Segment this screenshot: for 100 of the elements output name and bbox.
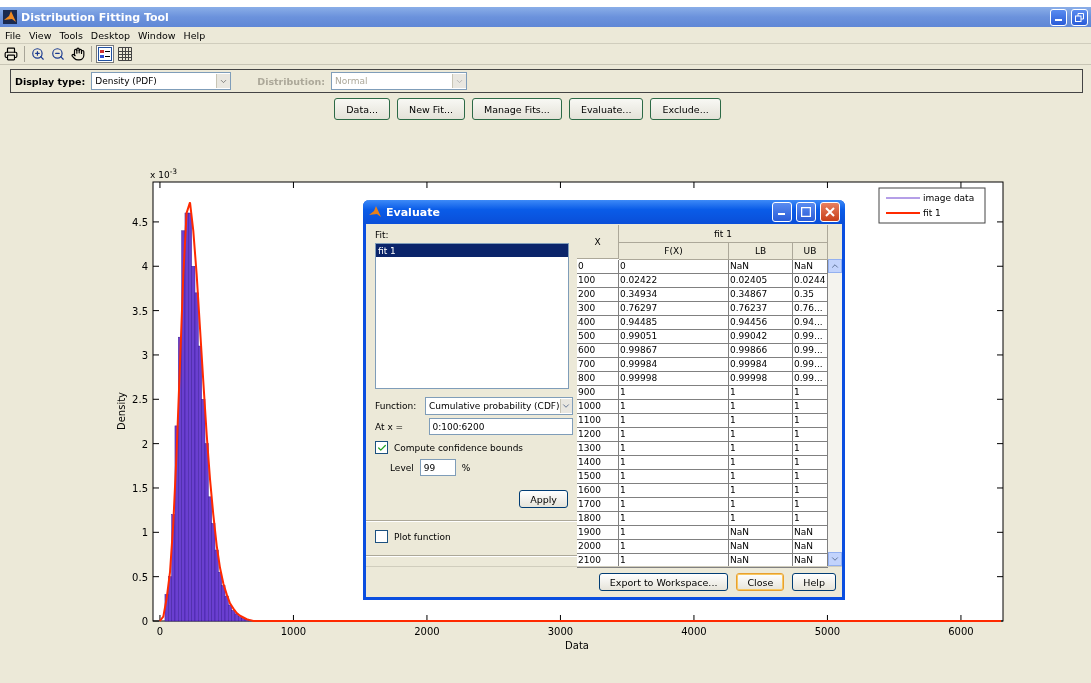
tick-label: 0 [141,616,148,627]
table-cell: 0.34934 [619,288,729,302]
table-cell: 0.99867 [619,344,729,358]
x-axis-label: Data [565,640,589,651]
table-cell: 100 [577,274,619,288]
table-cell: 1 [619,498,729,512]
column-header: LB [729,243,793,260]
table-cell: 1 [729,484,793,498]
table-cell: 1 [619,554,729,568]
table-cell: 1800 [577,512,619,526]
table-cell: 1 [729,414,793,428]
tick-label: 0 [156,626,164,637]
table-cell: 1000 [577,400,619,414]
tick-label: 1000 [280,626,307,637]
distribution-label: Distribution: [257,75,325,87]
level-label: Level [390,462,414,473]
at-x-label: At x = [375,421,405,432]
tick-label: 6000 [948,626,974,637]
confidence-label: Compute confidence bounds [394,442,524,453]
table-cell: 1 [619,456,729,470]
column-header: UB [793,243,828,260]
table-cell: 1500 [577,470,619,484]
table-cell: 400 [577,316,619,330]
table-cell: 600 [577,344,619,358]
table-cell: NaN [729,554,793,568]
table-cell: 0 [619,260,729,274]
function-label: Function: [375,401,418,411]
table-cell: NaN [729,540,793,554]
tick-label: 3000 [547,626,574,637]
table-cell: 0.99998 [619,372,729,386]
table-cell: 800 [577,372,619,386]
table-cell: 1 [619,526,729,540]
tick-label: 5000 [814,626,841,637]
table-cell: 0.02422 [619,274,729,288]
tick-label: 2000 [414,626,440,637]
table-cell: 1700 [577,498,619,512]
tick-label: 4000 [681,626,707,637]
tick-label: 2 [141,438,148,450]
axis-exponent: x 10$^{-3}$ [150,170,178,179]
table-cell: 1 [729,498,793,512]
table-cell: 0.94456 [729,316,793,330]
fit-label: Fit: [375,230,389,240]
tick-label: 3 [141,349,148,361]
legend-label: image data [923,193,975,203]
table-cell: 0.34867 [729,288,793,302]
table-cell: 1200 [577,428,619,442]
tick-label: 1.5 [132,482,148,494]
display-type-label: Display type: [15,75,86,87]
tick-label: 0.5 [132,571,148,583]
table-cell: 300 [577,302,619,316]
tick-label: 3.5 [132,305,148,317]
table-cell: 1 [729,428,793,442]
table-cell: 1900 [577,526,619,540]
table-cell: 0.99866 [729,344,793,358]
y-axis-label: Density [116,392,127,430]
table-cell: 1 [619,400,729,414]
table-cell: 0.94485 [619,316,729,330]
plot-function-label: Plot function [394,531,451,542]
table-cell: 1 [619,414,729,428]
table-cell: 1400 [577,456,619,470]
table-cell: 200 [577,288,619,302]
table-cell: 1 [619,386,729,400]
table-cell: 0.02405 [729,274,793,288]
table-cell: 1 [619,512,729,526]
table-cell: 0 [577,260,619,274]
table-cell: 1100 [577,414,619,428]
window-title: Distribution Fitting Tool [21,10,170,24]
tick-label: 4 [141,261,148,273]
column-group-header: fit 1 [619,225,828,243]
table-cell: NaN [729,260,793,274]
tick-label: 4.5 [132,216,148,228]
table-cell: 2100 [577,554,619,568]
table-cell: 0.99984 [619,358,729,372]
table-cell: 1 [729,386,793,400]
table-cell: 1300 [577,442,619,456]
table-cell: NaN [729,526,793,540]
legend-label: fit 1 [923,208,941,218]
distribution-dropdown: Normal [331,72,467,90]
table-cell: 1 [729,456,793,470]
column-header: F(X) [619,243,729,260]
table-cell: 900 [577,386,619,400]
table-cell: 1 [619,442,729,456]
table-cell: 2000 [577,540,619,554]
table-cell: 1600 [577,484,619,498]
table-cell: 700 [577,358,619,372]
table-cell: 0.99984 [729,358,793,372]
tick-label: 1 [141,527,148,539]
percent-label: % [461,462,471,473]
table-cell: 1 [619,540,729,554]
dialog-title: Evaluate [386,205,441,219]
column-header: X [577,225,619,259]
table-cell: 0.99051 [619,330,729,344]
table-cell: 0.99042 [729,330,793,344]
tick-label: 2.5 [132,394,148,406]
table-cell: 1 [729,512,793,526]
table-cell: 0.76297 [619,302,729,316]
table-cell: 0.76237 [729,302,793,316]
table-cell: 1 [619,484,729,498]
table-cell: 1 [619,428,729,442]
table-cell: 1 [729,442,793,456]
